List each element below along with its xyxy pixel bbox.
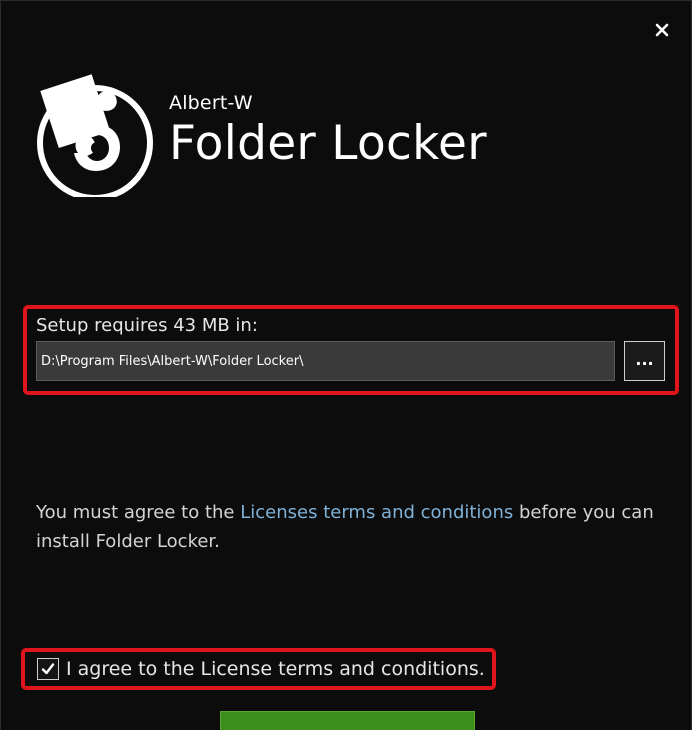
close-button[interactable] bbox=[649, 17, 675, 43]
agree-checkbox[interactable] bbox=[37, 658, 59, 680]
agree-checkbox-label[interactable]: I agree to the License terms and conditi… bbox=[66, 656, 485, 682]
close-icon bbox=[655, 23, 669, 37]
puzzle-lock-logo bbox=[37, 74, 153, 197]
install-button[interactable] bbox=[220, 711, 475, 730]
checkmark-icon bbox=[41, 663, 55, 675]
license-notice: You must agree to the Licenses terms and… bbox=[36, 498, 676, 556]
license-notice-prefix: You must agree to the bbox=[36, 502, 241, 523]
license-terms-link[interactable]: Licenses terms and conditions bbox=[240, 502, 513, 523]
installer-window: Albert-W Folder Locker Setup requires 43… bbox=[0, 0, 692, 730]
install-path-input[interactable] bbox=[36, 341, 615, 381]
setup-requirement-label: Setup requires 43 MB in: bbox=[36, 315, 258, 336]
browse-button[interactable]: ... bbox=[624, 341, 665, 381]
brand-block: Albert-W Folder Locker bbox=[169, 92, 487, 172]
brand-vendor: Albert-W bbox=[169, 92, 253, 114]
brand-product-title: Folder Locker bbox=[169, 116, 487, 171]
